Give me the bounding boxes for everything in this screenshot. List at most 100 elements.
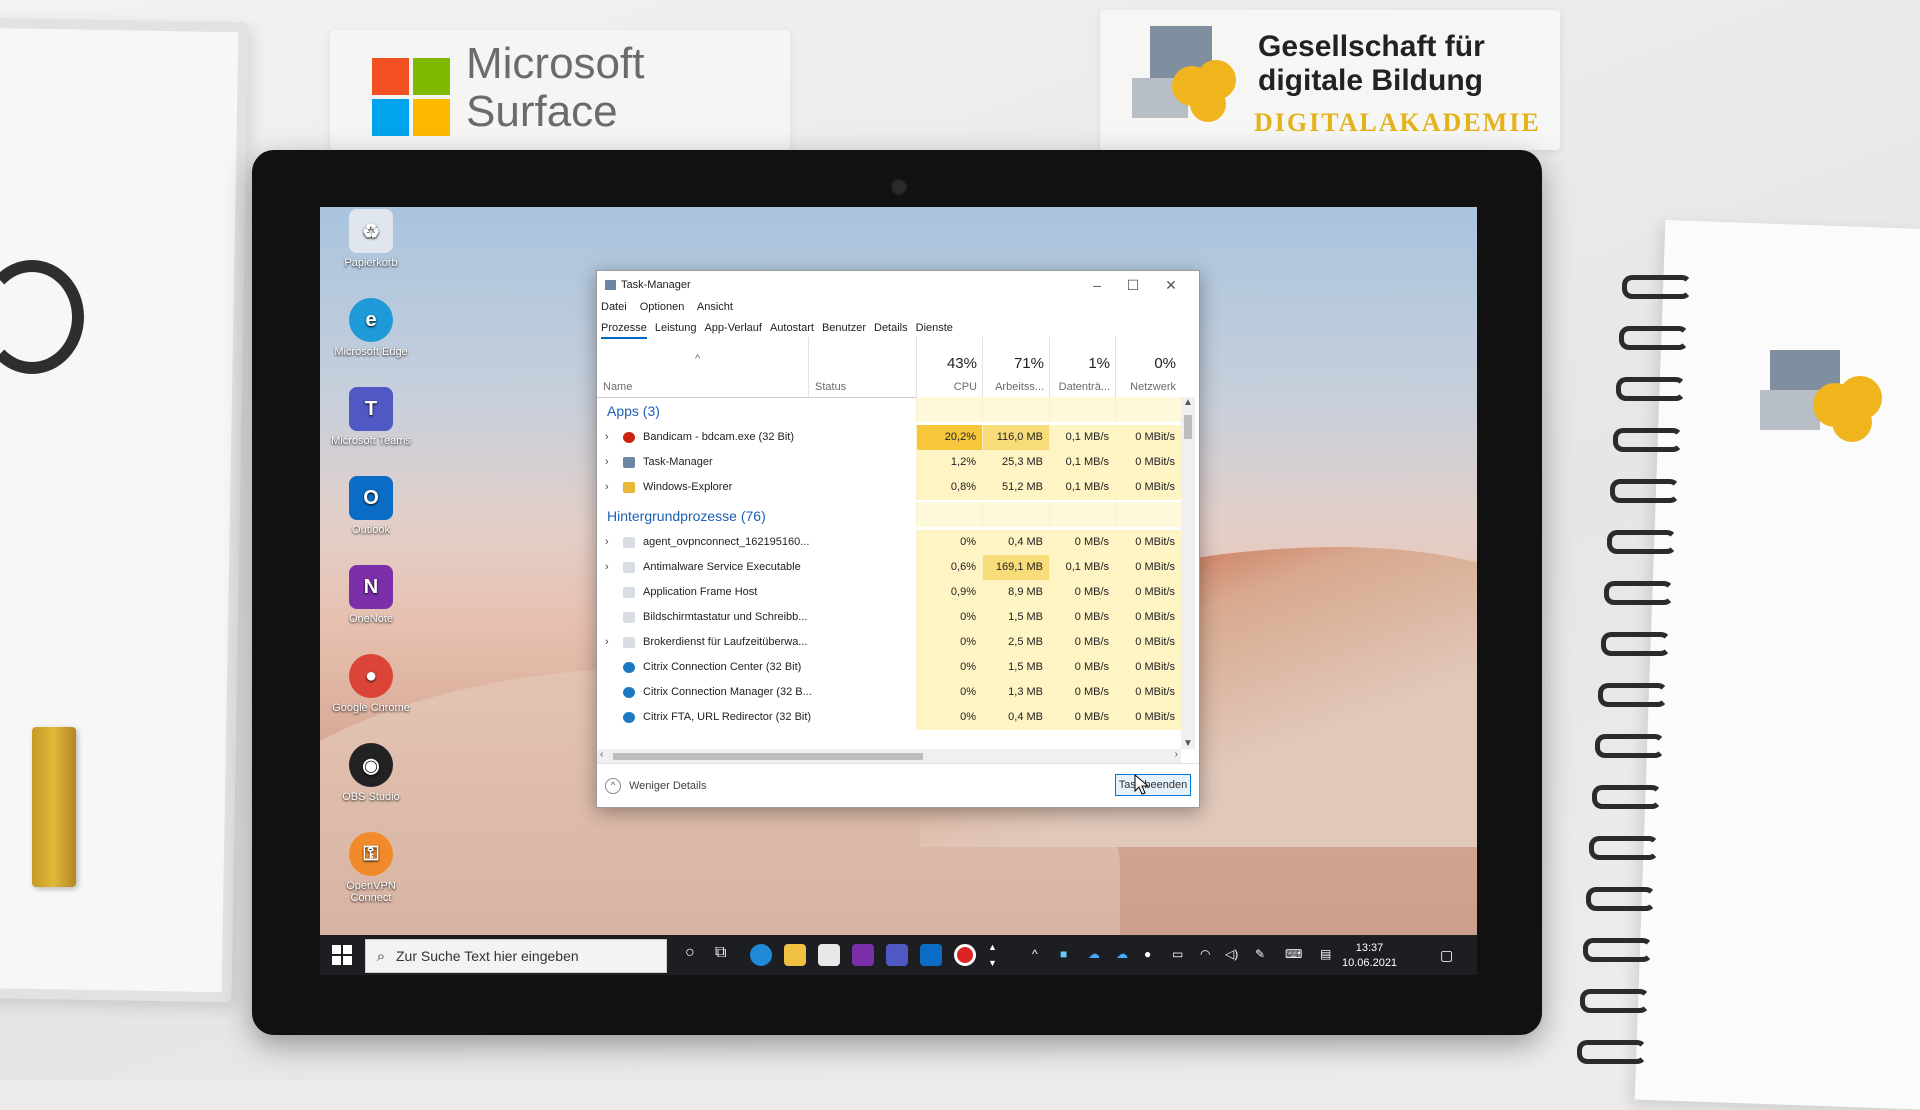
- microsoft-logo-icon: [372, 58, 450, 136]
- col-name[interactable]: Name: [603, 381, 632, 393]
- clock-date: 10.06.2021: [1342, 957, 1398, 969]
- scroll-up-icon[interactable]: ▲: [1183, 397, 1193, 408]
- desktop-icon-edge[interactable]: e Microsoft Edge: [326, 298, 416, 358]
- process-mem: 1,3 MB: [982, 680, 1049, 705]
- onedrive-business-icon[interactable]: ☁: [1116, 947, 1128, 961]
- process-icon: [623, 637, 635, 648]
- process-row[interactable]: › agent_ovpnconnect_162195160... 0% 0,4 MB 0…: [597, 530, 1181, 555]
- less-details-button[interactable]: ^ Weniger Details: [605, 778, 706, 794]
- keyboard-icon[interactable]: ⌨: [1285, 947, 1302, 961]
- expand-chevron-icon[interactable]: ›: [605, 481, 609, 493]
- start-button[interactable]: [332, 945, 352, 965]
- microphone-icon[interactable]: ●: [1144, 947, 1151, 961]
- process-icon: [623, 587, 635, 598]
- volume-icon[interactable]: ◁): [1225, 947, 1238, 961]
- process-row[interactable]: Citrix FTA, URL Redirector (32 Bit) 0% 0,4…: [597, 705, 1181, 730]
- onedrive-icon[interactable]: ☁: [1088, 947, 1100, 961]
- desktop-icon-chrome[interactable]: ● Google Chrome: [326, 654, 416, 714]
- desktop-icon-outlook[interactable]: O Outlook: [326, 476, 416, 536]
- scroll-left-icon[interactable]: ‹: [600, 749, 603, 760]
- horizontal-scrollbar[interactable]: ‹ ›: [597, 749, 1181, 763]
- col-cpu[interactable]: 43% CPU: [916, 337, 983, 397]
- desktop-icon-recycle-bin[interactable]: ♻ Papierkorb: [326, 209, 416, 269]
- process-row[interactable]: Bildschirmtastatur und Schreibb... 0% 1,5 …: [597, 605, 1181, 630]
- process-row[interactable]: Citrix Connection Manager (32 B... 0% 1,3 …: [597, 680, 1181, 705]
- process-disk: 0,1 MB/s: [1049, 475, 1115, 500]
- col-disk[interactable]: 1% Datenträ...: [1049, 337, 1116, 397]
- expand-chevron-icon[interactable]: ›: [605, 456, 609, 468]
- taskbar-clock[interactable]: 13:37 10.06.2021: [1342, 941, 1397, 971]
- spiral-ring-icon: [1583, 938, 1653, 962]
- process-row[interactable]: › Brokerdienst für Laufzeitüberwa... 0% 2,5…: [597, 630, 1181, 655]
- process-row[interactable]: › Bandicam - bdcam.exe (32 Bit) 20,2% 116,0…: [597, 425, 1181, 450]
- scroll-down-icon[interactable]: ▼: [1183, 738, 1193, 749]
- onenote-taskbar-icon[interactable]: [852, 944, 874, 966]
- process-name: Brokerdienst für Laufzeitüberwa...: [643, 636, 808, 648]
- process-row[interactable]: › Windows-Explorer 0,8% 51,2 MB 0,1 MB/s 0 MB…: [597, 475, 1181, 500]
- desktop-icon-openvpn[interactable]: ⚿ OpenVPN Connect: [326, 832, 416, 904]
- spiral-ring-icon: [1619, 326, 1689, 350]
- process-row[interactable]: Citrix Connection Center (32 Bit) 0% 1,5 M…: [597, 655, 1181, 680]
- taskmanager-icon: [623, 457, 635, 468]
- process-mem: 51,2 MB: [982, 475, 1049, 500]
- cpu-total: 43%: [946, 355, 977, 372]
- tray-overflow-icon[interactable]: ^: [1032, 947, 1038, 961]
- col-net[interactable]: 0% Netzwerk: [1115, 337, 1182, 397]
- process-cpu: 0,8%: [916, 475, 982, 500]
- menu-ansicht[interactable]: Ansicht: [697, 301, 733, 313]
- spiral-ring-icon: [1589, 836, 1659, 860]
- process-row[interactable]: › Antimalware Service Executable 0,6% 169,1…: [597, 555, 1181, 580]
- group-cell-bg: [982, 502, 1049, 527]
- pen-icon[interactable]: ✎: [1255, 947, 1265, 961]
- tray-app-icon[interactable]: ■: [1060, 947, 1067, 961]
- scroll-thumb[interactable]: [1184, 415, 1192, 439]
- teams-taskbar-icon[interactable]: [886, 944, 908, 966]
- taskbar-search[interactable]: ⌕ Zur Suche Text hier eingeben: [365, 939, 667, 973]
- footer: ^ Weniger Details Task beenden: [597, 763, 1199, 808]
- expand-chevron-icon[interactable]: ›: [605, 431, 609, 443]
- bandicam-taskbar-icon[interactable]: [954, 944, 976, 966]
- vertical-scrollbar[interactable]: ▲ ▼: [1181, 397, 1195, 749]
- desktop-icon-onenote[interactable]: N OneNote: [326, 565, 416, 625]
- process-row[interactable]: Application Frame Host 0,9% 8,9 MB 0 MB/s 0 …: [597, 580, 1181, 605]
- battery-icon[interactable]: ▭: [1172, 947, 1183, 961]
- outlook-taskbar-icon[interactable]: [920, 944, 942, 966]
- close-button[interactable]: ✕: [1153, 275, 1189, 295]
- col-mem[interactable]: 71% Arbeitss...: [982, 337, 1050, 397]
- process-cpu: 0%: [916, 680, 982, 705]
- wifi-icon[interactable]: ◠: [1200, 947, 1210, 961]
- hscroll-thumb[interactable]: [613, 753, 923, 760]
- menu-optionen[interactable]: Optionen: [640, 301, 685, 313]
- minimize-button[interactable]: –: [1079, 275, 1115, 295]
- store-taskbar-icon[interactable]: [818, 944, 840, 966]
- expand-chevron-icon[interactable]: ›: [605, 636, 609, 648]
- process-net: 0 MBit/s: [1115, 680, 1181, 705]
- process-disk: 0 MB/s: [1049, 680, 1115, 705]
- maximize-button[interactable]: ☐: [1115, 275, 1151, 295]
- process-disk: 0,1 MB/s: [1049, 450, 1115, 475]
- task-view-icon[interactable]: ⧉: [715, 944, 726, 962]
- menu-datei[interactable]: Datei: [601, 301, 627, 313]
- chrome-icon: ●: [349, 654, 393, 698]
- expand-chevron-icon[interactable]: ›: [605, 561, 609, 573]
- openvpn-icon: ⚿: [349, 832, 393, 876]
- scroll-arrows-icon[interactable]: ▲ ▼: [988, 939, 997, 971]
- process-disk: 0 MB/s: [1049, 605, 1115, 630]
- task-manager-icon: [605, 280, 616, 290]
- process-name: Citrix FTA, URL Redirector (32 Bit): [643, 711, 812, 723]
- explorer-taskbar-icon[interactable]: [784, 944, 806, 966]
- notification-icon[interactable]: ▢: [1440, 947, 1453, 964]
- cortana-icon[interactable]: ○: [685, 944, 695, 962]
- end-task-button[interactable]: Task beenden: [1115, 774, 1191, 796]
- desktop-icon-obs[interactable]: ◉ OBS Studio: [326, 743, 416, 803]
- clock-time: 13:37: [1355, 942, 1384, 954]
- edge-taskbar-icon[interactable]: [750, 944, 772, 966]
- scroll-right-icon[interactable]: ›: [1175, 749, 1178, 760]
- mem-label: Arbeitss...: [995, 381, 1044, 393]
- ime-icon[interactable]: ▤: [1320, 947, 1331, 961]
- process-row[interactable]: › Task-Manager 1,2% 25,3 MB 0,1 MB/s 0 MBit/s: [597, 450, 1181, 475]
- obs-icon: ◉: [349, 743, 393, 787]
- process-name: Bandicam - bdcam.exe (32 Bit): [643, 431, 795, 443]
- desktop-icon-teams[interactable]: T Microsoft Teams: [326, 387, 416, 447]
- expand-chevron-icon[interactable]: ›: [605, 536, 609, 548]
